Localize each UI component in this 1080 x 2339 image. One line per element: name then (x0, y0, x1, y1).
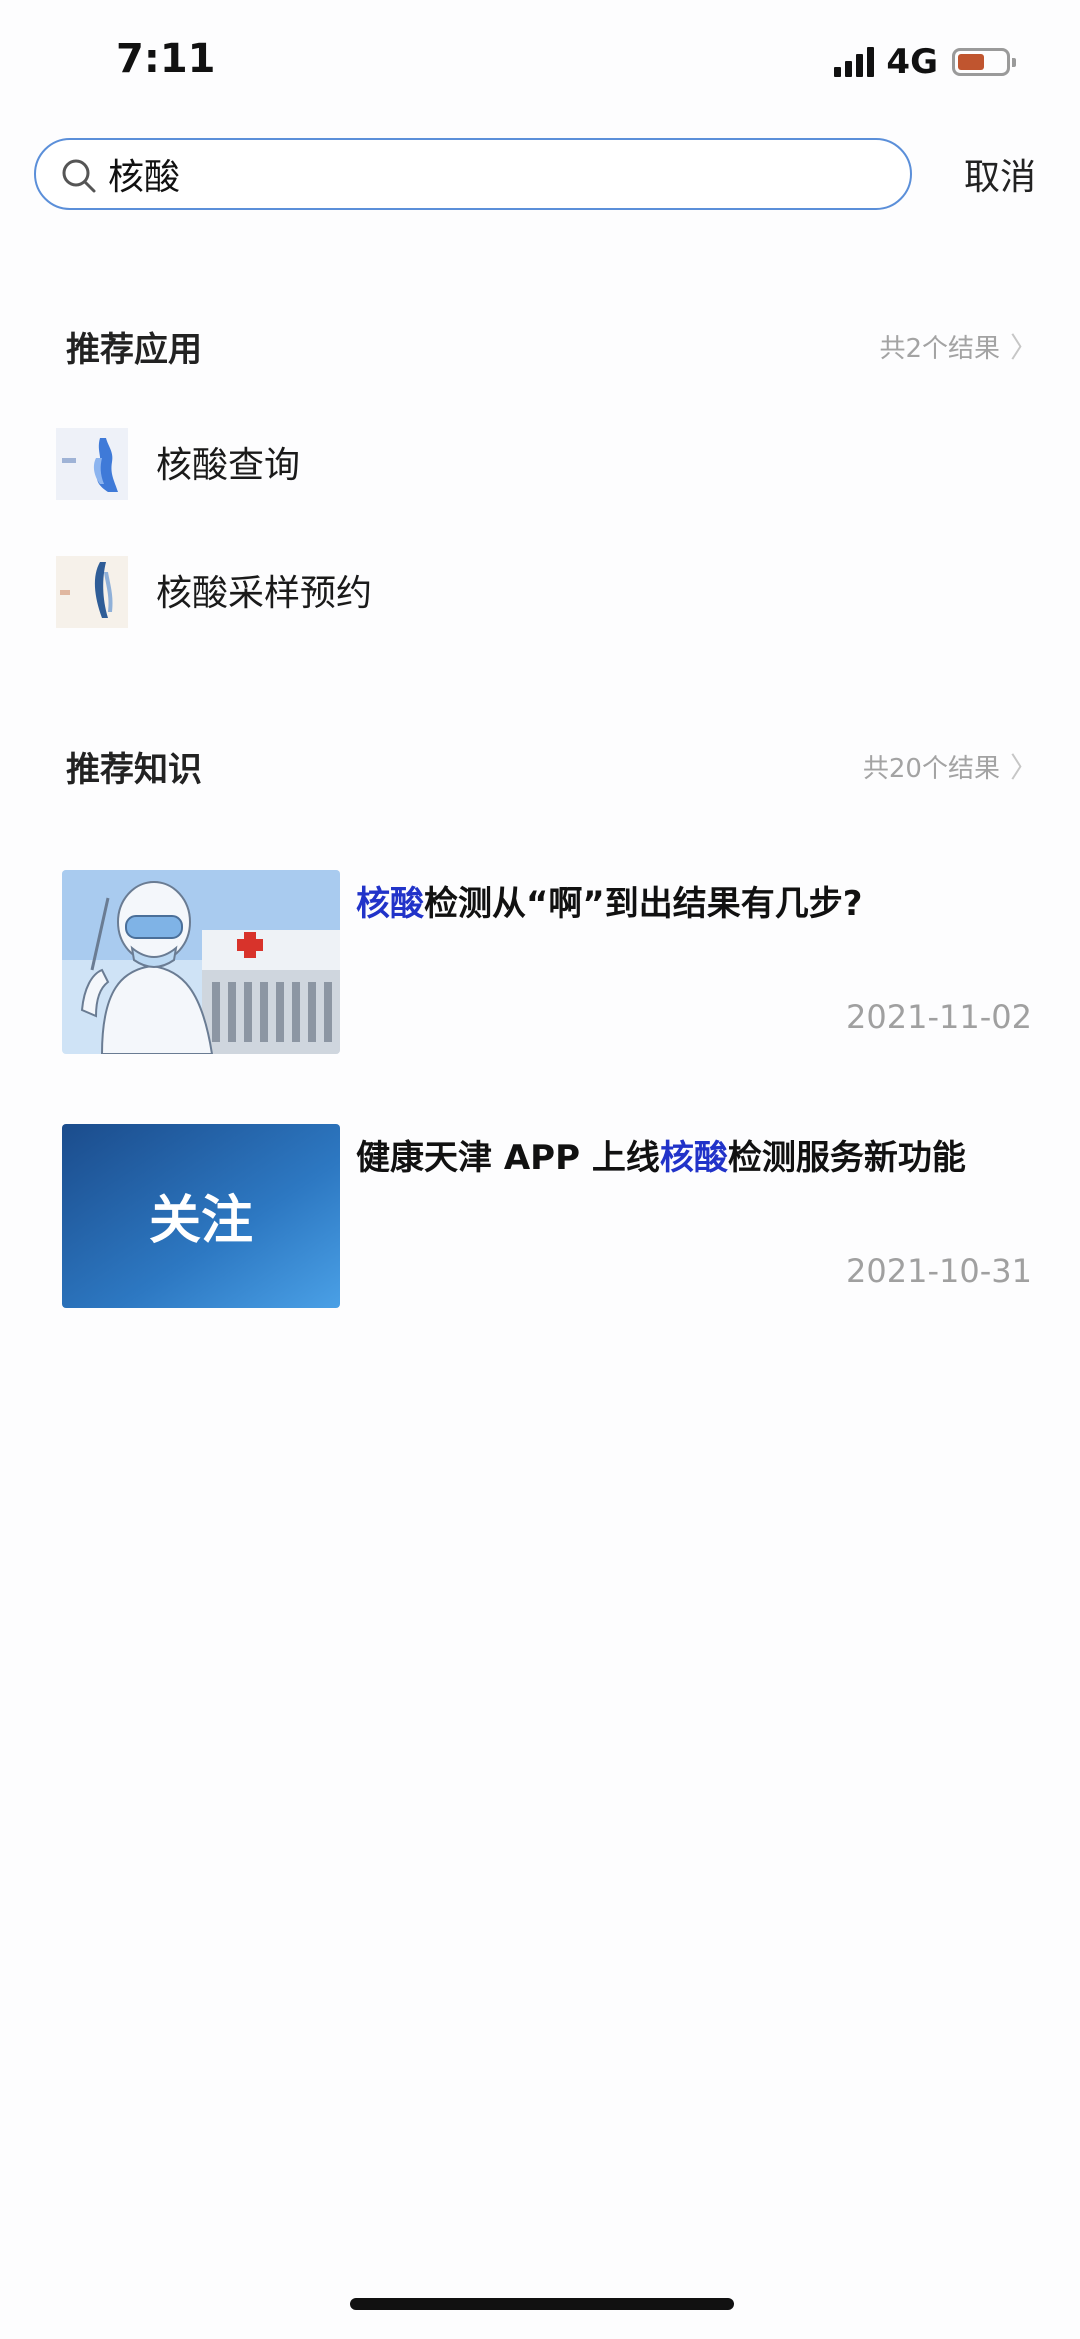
search-bar[interactable] (34, 138, 912, 210)
knowledge-result-count-label: 共20个结果 (862, 753, 1000, 784)
nucleic-sampling-app-icon (56, 556, 128, 628)
article-item[interactable]: 关注 健康天津 APP 上线核酸检测服务新功能 2021-10-31 (62, 1124, 1032, 1308)
article-title-text: 健康天津 APP 上线 (356, 1138, 660, 1178)
article-date: 2021-10-31 (846, 1252, 1032, 1290)
article-title: 核酸检测从“啊”到出结果有几步? (356, 876, 862, 925)
article-title-text: 检测服务新功能 (727, 1138, 966, 1178)
apps-section-title: 推荐应用 (66, 330, 202, 370)
knowledge-section-title: 推荐知识 (66, 750, 202, 790)
network-type: 4G (886, 42, 938, 82)
status-time: 7:11 (116, 36, 216, 82)
app-item-nucleic-sampling[interactable]: 核酸采样预约 (56, 546, 956, 636)
search-input[interactable] (108, 150, 868, 198)
chevron-right-icon: 〉 (1009, 751, 1038, 784)
article-title-highlight: 核酸 (659, 1138, 728, 1178)
article-title-text: 检测从“啊”到出结果有几步? (424, 884, 863, 924)
search-icon (62, 159, 96, 193)
cancel-button[interactable]: 取消 (964, 148, 1036, 200)
chevron-right-icon: 〉 (1009, 331, 1038, 364)
knowledge-result-count[interactable]: 共20个结果 〉 (863, 746, 1038, 786)
app-item-nucleic-query[interactable]: 核酸查询 (56, 418, 956, 508)
home-indicator[interactable] (350, 2298, 734, 2310)
app-label: 核酸查询 (156, 445, 301, 486)
apps-result-count[interactable]: 共2个结果 〉 (879, 326, 1038, 366)
article-title-highlight: 核酸 (356, 884, 424, 924)
status-bar: 7:11 4G (0, 0, 1080, 120)
article-date: 2021-11-02 (846, 998, 1032, 1036)
battery-icon (952, 48, 1016, 76)
guanzhu-banner: 关注 (62, 1124, 340, 1308)
article-item[interactable]: 核酸检测从“啊”到出结果有几步? 2021-11-02 (62, 870, 1032, 1054)
signal-strength-icon (834, 47, 878, 77)
nucleic-query-app-icon (56, 428, 128, 500)
health-worker-swab-illustration (62, 870, 340, 1054)
apps-result-count-label: 共2个结果 (879, 333, 1000, 364)
status-indicators: 4G (834, 42, 1016, 82)
svg-text:关注: 关注 (149, 1191, 253, 1251)
article-title: 健康天津 APP 上线核酸检测服务新功能 (356, 1130, 966, 1179)
app-label: 核酸采样预约 (156, 573, 373, 614)
